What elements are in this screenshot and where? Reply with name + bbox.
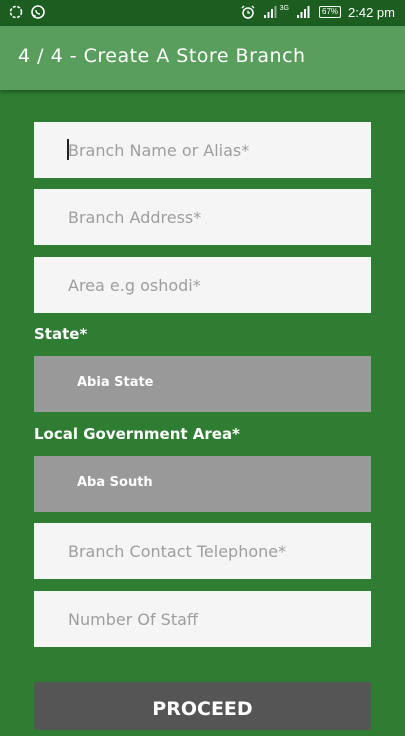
- telephone-field[interactable]: [34, 523, 371, 579]
- branch-address-field[interactable]: [34, 189, 371, 245]
- state-label: State*: [34, 325, 88, 343]
- network-type-label: 3G: [279, 4, 289, 12]
- status-bar-right: 3G 67% 2:42 pm: [240, 4, 395, 20]
- whatsapp-icon: [31, 5, 45, 19]
- area-field[interactable]: [34, 257, 371, 313]
- lga-select[interactable]: Aba South: [34, 456, 371, 512]
- telephone-input[interactable]: [34, 523, 371, 579]
- notification-ring-icon: [9, 5, 23, 19]
- signal-3g-icon: [297, 6, 310, 18]
- area-input[interactable]: [34, 257, 371, 313]
- lga-label: Local Government Area*: [34, 425, 240, 443]
- staff-count-input[interactable]: [34, 591, 371, 647]
- app-bar: 4 / 4 - Create A Store Branch: [0, 26, 405, 90]
- state-select[interactable]: Abia State: [34, 356, 371, 412]
- status-bar: 3G 67% 2:42 pm: [0, 0, 405, 26]
- branch-name-input[interactable]: [34, 122, 371, 178]
- clock-time: 2:42 pm: [348, 4, 395, 20]
- branch-address-input[interactable]: [34, 189, 371, 245]
- status-bar-left: [8, 4, 46, 20]
- proceed-button[interactable]: PROCEED: [34, 682, 371, 730]
- state-selected-value: Abia State: [77, 375, 154, 390]
- lga-selected-value: Aba South: [77, 475, 153, 490]
- staff-count-field[interactable]: [34, 591, 371, 647]
- text-cursor: [67, 139, 69, 160]
- signal-icon: [263, 6, 277, 18]
- branch-name-field[interactable]: [34, 122, 371, 178]
- alarm-icon: [241, 5, 255, 19]
- page-title: 4 / 4 - Create A Store Branch: [18, 45, 306, 67]
- battery-icon: 67%: [319, 6, 342, 18]
